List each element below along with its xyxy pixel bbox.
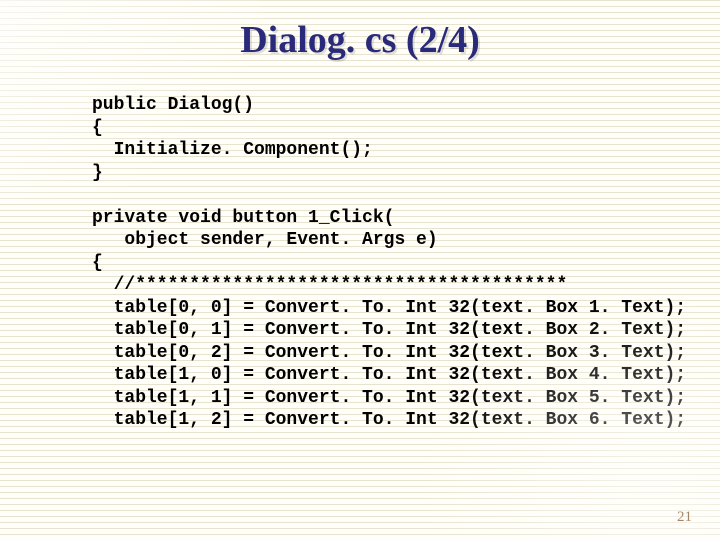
code-line: table[0, 0] = Convert. To. Int 32(text. … [92,298,686,318]
code-line: //**************************************… [92,275,567,295]
code-line: private void button 1_Click( [92,208,394,228]
code-line: table[1, 2] = Convert. To. Int 32(text. … [92,410,686,430]
code-line: { [92,118,103,138]
code-line: table[0, 2] = Convert. To. Int 32(text. … [92,343,686,363]
code-line: { [92,253,103,273]
code-line: Initialize. Component(); [92,140,373,160]
code-line: table[1, 1] = Convert. To. Int 32(text. … [92,388,686,408]
code-line: table[1, 0] = Convert. To. Int 32(text. … [92,365,686,385]
code-line: object sender, Event. Args e) [92,230,438,250]
code-line: } [92,163,103,183]
slide: Dialog. cs (2/4) public Dialog() { Initi… [0,0,720,540]
page-number: 21 [677,509,692,526]
code-block: public Dialog() { Initialize. Component(… [92,94,692,432]
code-line: table[0, 1] = Convert. To. Int 32(text. … [92,320,686,340]
code-line: public Dialog() [92,95,254,115]
slide-title: Dialog. cs (2/4) [0,18,720,62]
